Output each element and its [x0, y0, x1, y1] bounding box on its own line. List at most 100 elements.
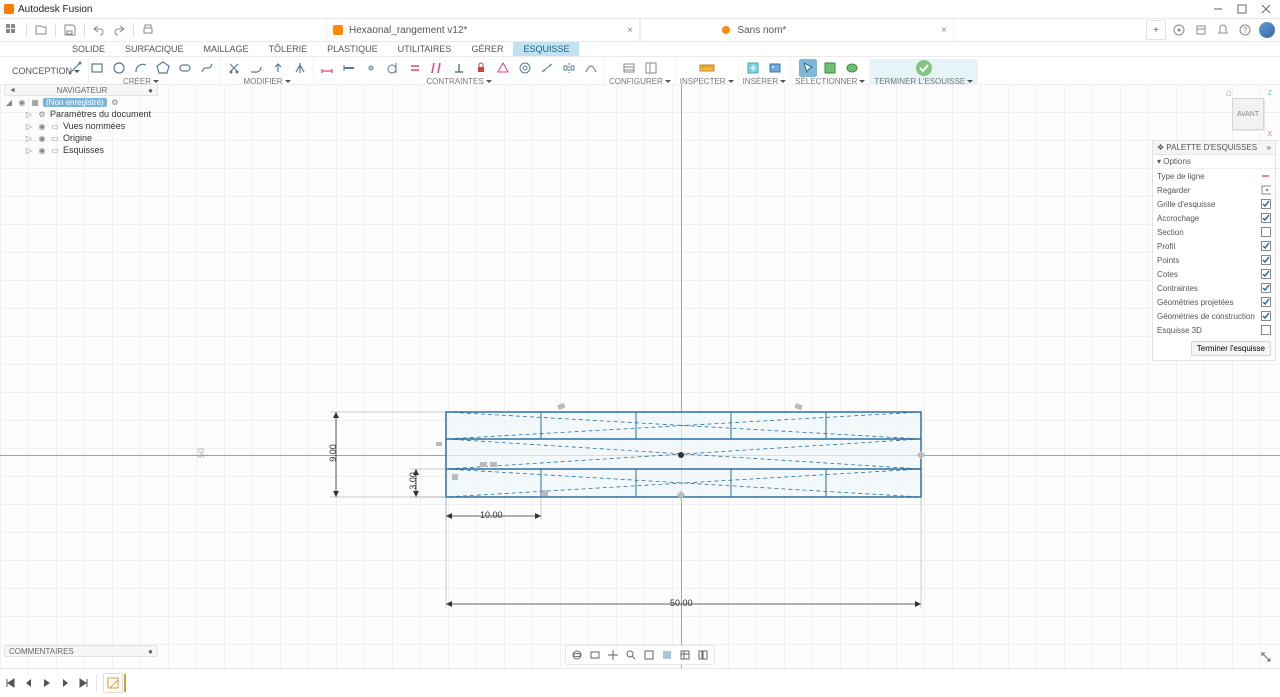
visibility-icon[interactable]: ◉ [37, 121, 47, 131]
palette-row-7[interactable]: Cotes [1153, 267, 1275, 281]
close-icon[interactable]: × [941, 25, 947, 36]
midpoint-icon[interactable] [494, 59, 512, 77]
timeline-start-icon[interactable] [4, 676, 18, 690]
horizontal-icon[interactable] [340, 59, 358, 77]
browser-node-views[interactable]: ▷ ◉ ▭ Vues nommées [4, 120, 164, 132]
trim-icon[interactable] [225, 59, 243, 77]
curvature-icon[interactable] [582, 59, 600, 77]
gear-icon[interactable]: ⚙ [110, 97, 120, 107]
jobs-icon[interactable] [1192, 21, 1210, 39]
perpendicular-icon[interactable] [450, 59, 468, 77]
pan-icon[interactable] [606, 648, 620, 662]
expand-icon[interactable]: ▷ [24, 121, 34, 131]
viewport-maximize-icon[interactable] [1260, 651, 1274, 665]
mirror-icon[interactable] [291, 59, 309, 77]
timeline-end-icon[interactable] [76, 676, 90, 690]
palette-finish-button[interactable]: Terminer l'esquisse [1191, 341, 1271, 356]
insert-image-icon[interactable] [766, 59, 784, 77]
dim-total-width[interactable]: 50.00 [670, 598, 693, 608]
palette-row-1[interactable]: Regarder [1153, 183, 1275, 197]
browser-node-params[interactable]: ▷ ⚙ Paramètres du document [4, 108, 164, 120]
tab-plastique[interactable]: PLASTIQUE [317, 42, 388, 56]
equal-icon[interactable] [406, 59, 424, 77]
arc-icon[interactable] [132, 59, 150, 77]
checkbox[interactable] [1261, 269, 1271, 279]
dim-height[interactable]: 9.00 [328, 444, 338, 462]
close-icon[interactable]: × [627, 25, 633, 36]
linestyle-toggle[interactable] [1261, 171, 1271, 181]
checkbox[interactable] [1261, 213, 1271, 223]
fit-icon[interactable] [642, 648, 656, 662]
checkbox[interactable] [1261, 227, 1271, 237]
symmetry-icon[interactable] [560, 59, 578, 77]
new-tab-button[interactable]: + [1146, 20, 1166, 40]
checkbox[interactable] [1261, 311, 1271, 321]
palette-row-4[interactable]: Section [1153, 225, 1275, 239]
viewcube[interactable]: AVANT Z X [1226, 92, 1270, 136]
browser-node-origin[interactable]: ▷ ◉ ▭ Origine [4, 132, 164, 144]
checkbox[interactable] [1261, 199, 1271, 209]
table-icon[interactable] [620, 59, 638, 77]
tab-gerer[interactable]: GÉRER [461, 42, 513, 56]
zoom-icon[interactable] [624, 648, 638, 662]
dim-half-a[interactable]: 3.00 [408, 472, 418, 490]
checkbox[interactable] [1261, 283, 1271, 293]
browser-root[interactable]: ◢ ◉ ▦ (Non enregistré) ⚙ [4, 96, 164, 108]
palette-row-6[interactable]: Points [1153, 253, 1275, 267]
viewport-icon[interactable] [696, 648, 710, 662]
collinear-icon[interactable] [538, 59, 556, 77]
look-at-icon[interactable] [1261, 185, 1271, 195]
coincident-icon[interactable] [362, 59, 380, 77]
extend-icon[interactable] [247, 59, 265, 77]
expand-icon[interactable]: ▷ [24, 109, 34, 119]
redo-icon[interactable] [111, 22, 127, 38]
select-cursor-icon[interactable] [799, 59, 817, 77]
save-icon[interactable] [62, 22, 78, 38]
palette-header[interactable]: ❖ PALETTE D'ESQUISSES » [1153, 141, 1275, 155]
timeline-marker[interactable] [124, 674, 126, 692]
notifications-icon[interactable] [1214, 21, 1232, 39]
polygon-icon[interactable] [154, 59, 172, 77]
fix-icon[interactable] [472, 59, 490, 77]
navigator-header[interactable]: ◄ NAVIGATEUR ● [4, 84, 158, 96]
palette-collapse-icon[interactable]: » [1267, 143, 1271, 152]
palette-row-8[interactable]: Contraintes [1153, 281, 1275, 295]
grid-toggle-icon[interactable] [678, 648, 692, 662]
parallel-icon[interactable] [428, 59, 446, 77]
checkbox[interactable] [1261, 241, 1271, 251]
help-icon[interactable]: ? [1236, 21, 1254, 39]
visibility-icon[interactable]: ◉ [37, 133, 47, 143]
timeline-sketch-icon[interactable] [103, 673, 123, 693]
checkbox[interactable] [1261, 255, 1271, 265]
undo-icon[interactable] [91, 22, 107, 38]
insert-svg-icon[interactable] [744, 59, 762, 77]
pin-icon[interactable]: ● [148, 647, 153, 656]
palette-row-5[interactable]: Profil [1153, 239, 1275, 253]
palette-row-11[interactable]: Esquisse 3D [1153, 323, 1275, 337]
tab-esquisse[interactable]: ESQUISSE [513, 42, 579, 56]
visibility-icon[interactable]: ◉ [17, 97, 27, 107]
orbit-icon[interactable] [570, 648, 584, 662]
finish-sketch-icon[interactable] [916, 60, 932, 76]
measure-icon[interactable] [696, 59, 718, 77]
comments-bar[interactable]: COMMENTAIRES ● [4, 645, 158, 657]
data-panel-icon[interactable] [4, 22, 20, 38]
palette-options[interactable]: ▾ Options [1153, 155, 1275, 169]
dimension-icon[interactable] [318, 59, 336, 77]
palette-row-2[interactable]: Grille d'esquisse [1153, 197, 1275, 211]
tab-surfacique[interactable]: SURFACIQUE [115, 42, 194, 56]
params-icon[interactable] [642, 59, 660, 77]
display-style-icon[interactable] [660, 648, 674, 662]
canvas[interactable]: ◄ NAVIGATEUR ● ◢ ◉ ▦ (Non enregistré) ⚙ … [0, 84, 1280, 669]
look-icon[interactable] [588, 648, 602, 662]
palette-row-9[interactable]: Géométries projetées [1153, 295, 1275, 309]
viewcube-face[interactable]: AVANT [1232, 98, 1264, 130]
window-maximize[interactable] [1232, 2, 1252, 16]
tab-utilitaires[interactable]: UTILITAIRES [388, 42, 462, 56]
checkbox[interactable] [1261, 325, 1271, 335]
concentric-icon[interactable] [516, 59, 534, 77]
collapse-icon[interactable]: ◢ [4, 97, 14, 107]
select-freeform-icon[interactable] [843, 59, 861, 77]
pin-icon[interactable]: ● [148, 86, 153, 95]
select-window-icon[interactable] [821, 59, 839, 77]
